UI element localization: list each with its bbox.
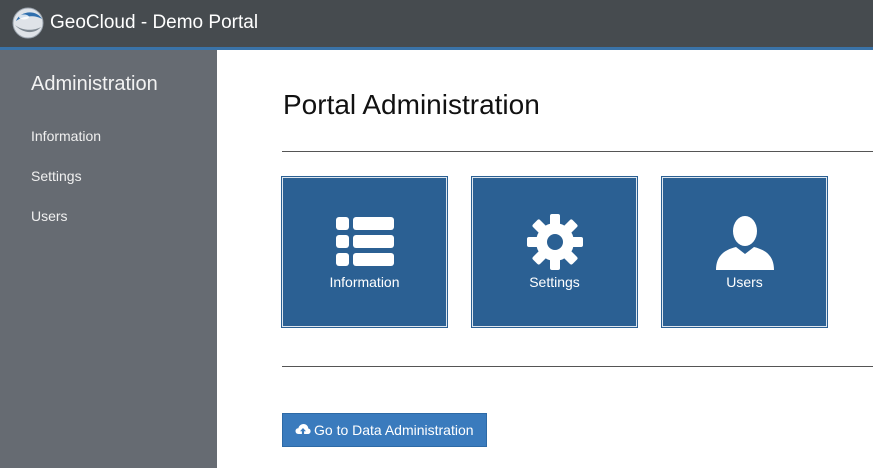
list-icon — [336, 217, 394, 266]
page-title: Portal Administration — [283, 89, 540, 120]
users-tile[interactable]: Users — [661, 176, 828, 328]
cloud-upload-icon — [295, 424, 311, 436]
top-divider — [282, 151, 873, 152]
sidebar: Administration Information Settings User… — [0, 50, 217, 468]
settings-tile-label: Settings — [529, 274, 580, 290]
sidebar-heading: Administration — [31, 73, 158, 95]
main-content: Portal Administration Information Settin… — [217, 50, 873, 468]
information-tile[interactable]: Information — [281, 176, 448, 328]
sidebar-item-users[interactable]: Users — [31, 207, 68, 225]
settings-tile[interactable]: Settings — [471, 176, 638, 328]
sidebar-item-settings[interactable]: Settings — [31, 167, 82, 185]
go-to-data-administration-button[interactable]: Go to Data Administration — [282, 413, 487, 447]
gear-icon — [527, 214, 583, 270]
top-bar: GeoCloud - Demo Portal — [0, 0, 873, 47]
app-title: GeoCloud - Demo Portal — [50, 12, 259, 33]
sidebar-item-information[interactable]: Information — [31, 127, 101, 145]
information-tile-label: Information — [329, 274, 400, 290]
go-to-data-administration-label: Go to Data Administration — [314, 422, 474, 438]
bottom-divider — [282, 366, 873, 367]
geocloud-logo-icon[interactable] — [12, 7, 44, 39]
users-tile-label: Users — [726, 274, 763, 290]
user-icon — [716, 216, 774, 270]
